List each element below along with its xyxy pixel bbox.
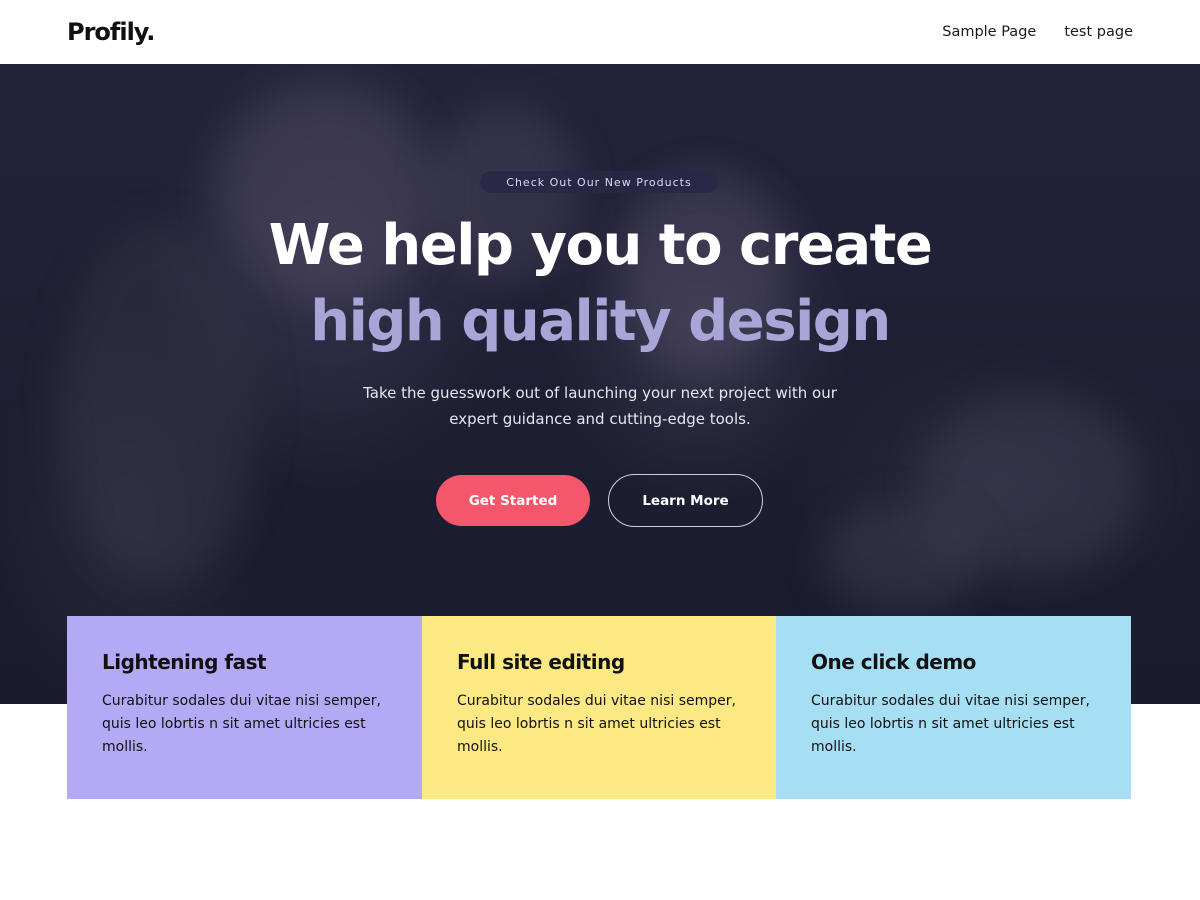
nav-link-sample-page[interactable]: Sample Page: [942, 24, 1036, 40]
feature-card-text: Curabitur sodales dui vitae nisi semper,…: [811, 693, 1090, 755]
nav-link-test-page[interactable]: test page: [1064, 24, 1133, 40]
feature-card-one-click-demo: One click demo Curabitur sodales dui vit…: [776, 616, 1131, 799]
feature-cards: Lightening fast Curabitur sodales dui vi…: [67, 616, 1131, 799]
hero-subtext: Take the guesswork out of launching your…: [363, 384, 837, 428]
feature-card-title: One click demo: [811, 650, 976, 674]
feature-card-lightening-fast: Lightening fast Curabitur sodales dui vi…: [67, 616, 422, 799]
hero-background-shape: [820, 504, 980, 614]
hero-badge: Check Out Our New Products: [480, 171, 718, 193]
feature-card-title: Lightening fast: [102, 650, 267, 674]
feature-card-text: Curabitur sodales dui vitae nisi semper,…: [457, 693, 736, 755]
hero-headline-highlight: high quality design: [310, 289, 891, 354]
get-started-button[interactable]: Get Started: [436, 475, 590, 526]
learn-more-button[interactable]: Learn More: [608, 474, 763, 527]
feature-card-text: Curabitur sodales dui vitae nisi semper,…: [102, 693, 381, 755]
hero-section: Check Out Our New Products We help you t…: [0, 64, 1200, 704]
hero-headline: We help you to create: [268, 213, 933, 278]
site-header: Profily. Sample Page test page: [0, 0, 1200, 64]
feature-card-full-site-editing: Full site editing Curabitur sodales dui …: [422, 616, 776, 799]
site-logo[interactable]: Profily.: [67, 18, 155, 46]
main-nav: Sample Page test page: [942, 24, 1133, 40]
feature-card-title: Full site editing: [457, 650, 625, 674]
